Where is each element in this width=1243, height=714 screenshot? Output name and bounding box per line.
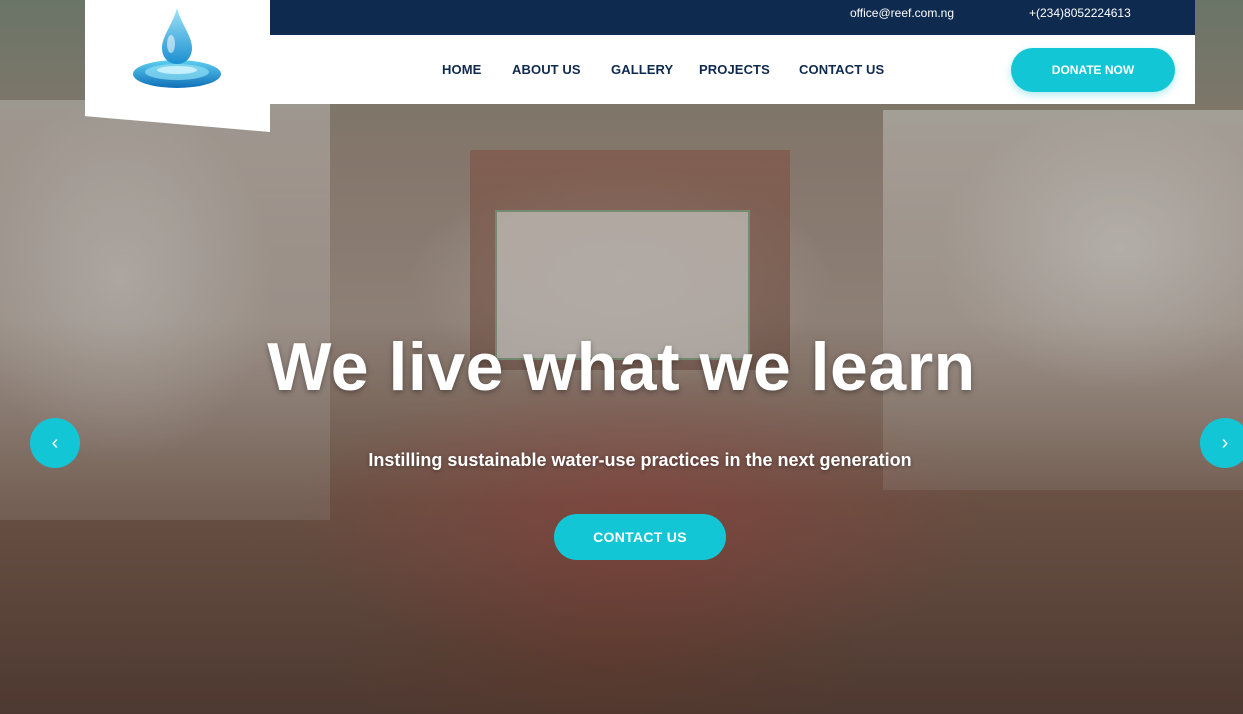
water-drop-logo-icon [133,8,221,88]
top-contact-bar: office@reef.com.ng +(234)8052224613 [270,0,1195,35]
slider-prev-button[interactable]: ‹ [30,418,80,468]
nav-contact-us[interactable]: CONTACT US [799,62,884,77]
main-navbar: HOME ABOUT US GALLERY PROJECTS CONTACT U… [270,35,1195,104]
hero-subline: Instilling sustainable water-use practic… [368,450,912,470]
nav-projects[interactable]: PROJECTS [699,62,770,77]
site-logo[interactable] [85,0,270,132]
slider-next-button[interactable]: › [1200,418,1243,468]
chevron-left-icon: ‹ [51,431,59,454]
nav-about-us[interactable]: ABOUT US [512,62,581,77]
nav-home[interactable]: HOME [442,62,481,77]
contact-phone[interactable]: +(234)8052224613 [1029,6,1131,20]
nav-gallery[interactable]: GALLERY [611,62,673,77]
donate-button[interactable]: DONATE NOW [1011,48,1175,92]
contact-email[interactable]: office@reef.com.ng [850,6,954,20]
hero-contact-button[interactable]: CONTACT US [554,514,726,560]
chevron-right-icon: › [1221,431,1229,454]
hero-headline: We live what we learn [267,329,976,405]
